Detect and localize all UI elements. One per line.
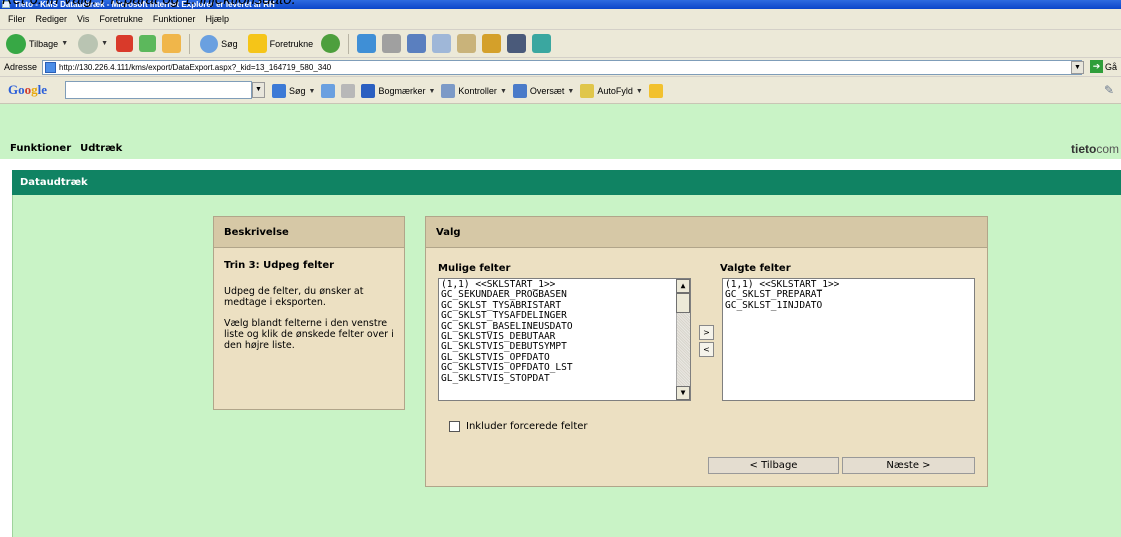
page-background-top [0,104,1121,138]
description-heading: Beskrivelse [214,217,404,248]
browser-toolbar: Tilbage ▼ ▼ Søg Foretrukne [0,30,1121,58]
menu-help[interactable]: Hjælp [205,14,229,24]
address-input[interactable]: http://130.226.4.111/kms/export/DataExpo… [42,60,1082,75]
description-panel: Beskrivelse Trin 3: Udpeg felter Udpeg d… [213,216,405,410]
back-button[interactable]: Tilbage ▼ [4,33,70,55]
popup-blocker-icon[interactable] [341,84,356,98]
toolbar-separator [189,33,191,54]
spellcheck-icon [441,84,456,98]
scroll-thumb[interactable] [676,293,690,313]
google-logo: Google [8,82,48,97]
copy-icon[interactable] [432,34,452,53]
history-icon[interactable] [321,34,341,53]
selection-panel: Valg Mulige felter Valgte felter (1,1) <… [425,216,988,487]
remove-field-button[interactable]: < [699,342,714,357]
highlighter-icon[interactable] [648,84,663,98]
autofill-button[interactable]: AutoFyld ▼ [580,84,643,98]
cut-icon[interactable] [407,34,427,53]
include-forced-checkbox[interactable] [449,421,460,432]
menu-view[interactable]: Vis [77,14,89,24]
check-spelling-button[interactable]: Kontroller ▼ [441,84,507,98]
bookmarks-button[interactable]: Bogmærker ▼ [361,84,435,98]
favorites-button[interactable]: Foretrukne [246,33,316,55]
include-forced-fields[interactable]: Inkluder forcerede felter [449,421,588,432]
address-dropdown-button[interactable]: ▼ [1071,61,1084,74]
app-menu-extract[interactable]: Udtræk [80,143,122,154]
forward-button[interactable]: ▼ [76,33,110,55]
document-caption: Ret 6: In Valg: Preparat og 1. injektion… [2,0,296,8]
page-icon [45,62,56,73]
google-search-dropdown[interactable]: ▼ [252,82,265,98]
available-fields-list[interactable]: (1,1) <<SKLSTART_1>> GC_SEKUNDAER_PROGBAS… [438,278,691,401]
go-button[interactable]: ➔ Gå [1090,60,1117,73]
chevron-down-icon: ▼ [308,87,316,95]
selection-heading: Valg [426,217,987,248]
toolbar-separator [348,33,350,54]
media-icon[interactable] [507,34,527,53]
selected-fields-label: Valgte felter [720,263,791,274]
back-step-button[interactable]: < Tilbage [708,457,839,474]
google-search-button[interactable]: Søg ▼ [272,84,315,98]
google-search-input[interactable] [65,81,252,99]
include-forced-label: Inkluder forcerede felter [466,421,588,432]
google-toolbar: Google ▼ Søg ▼ Bogmærker ▼ Kontroller ▼ … [0,77,1121,104]
menu-tools[interactable]: Funktioner [153,14,196,24]
translate-icon [512,84,527,98]
star-icon [247,34,267,53]
go-arrow-icon: ➔ [1090,60,1103,73]
available-scrollbar[interactable]: ▲ ▼ [676,279,690,400]
chevron-down-icon: ▼ [567,87,575,95]
autofill-icon [580,84,595,98]
stop-icon[interactable] [116,35,134,52]
translate-button[interactable]: Oversæt ▼ [512,84,575,98]
section-title: Dataudtræk [12,170,1121,195]
plus-icon[interactable] [321,84,336,98]
chevron-down-icon: ▼ [428,87,436,95]
google-search-icon [272,84,286,98]
research-icon[interactable] [532,34,552,53]
address-bar: Adresse http://130.226.4.111/kms/export/… [0,58,1121,77]
selected-field-option[interactable]: GC_SKLST_1INJDATO [725,300,972,311]
menu-edit[interactable]: Rediger [36,14,68,24]
app-menu-bar: Funktioner Udtræk [0,138,1121,159]
wrench-icon[interactable]: ✎ [1104,83,1114,97]
mail-icon[interactable] [357,34,377,53]
print-icon[interactable] [382,34,402,53]
scroll-up-button[interactable]: ▲ [676,279,690,293]
menu-favorites[interactable]: Foretrukne [99,14,143,24]
home-icon[interactable] [162,34,182,53]
selected-fields-list[interactable]: (1,1) <<SKLSTART_1>> GC_SKLST_PREPARAT GC_… [722,278,975,401]
available-field-option[interactable]: GL_SKLSTVIS_STOPDAT [441,373,674,384]
menu-bar: Filer Rediger Vis Foretrukne Funktioner … [0,9,1121,30]
google-tools: Søg ▼ Bogmærker ▼ Kontroller ▼ Oversæt ▼… [272,82,663,100]
paste-icon[interactable] [457,34,477,53]
description-text-2: Vælg blandt felterne i den venstre liste… [224,318,394,351]
forward-arrow-icon [78,33,99,54]
tieto-logo: tietocom [1071,142,1120,156]
star-icon [361,84,376,98]
menu-file[interactable]: Filer [8,14,26,24]
messenger-icon[interactable] [482,34,502,53]
next-step-button[interactable]: Næste > [842,457,975,474]
add-field-button[interactable]: > [699,325,714,340]
refresh-icon[interactable] [139,35,157,52]
search-button[interactable]: Søg [198,33,240,55]
description-text-1: Udpeg de felter, du ønsker at medtage i … [224,286,364,308]
available-fields-label: Mulige felter [438,263,511,274]
back-arrow-icon [6,33,26,54]
chevron-down-icon: ▼ [635,87,643,95]
chevron-down-icon: ▼ [101,40,109,47]
app-menu-functions[interactable]: Funktioner [10,143,71,154]
step-title: Trin 3: Udpeg felter [224,260,335,271]
scroll-down-button[interactable]: ▼ [676,386,690,400]
chevron-down-icon: ▼ [61,40,69,47]
search-icon [200,34,219,53]
chevron-down-icon: ▼ [499,87,507,95]
address-label: Adresse [4,62,38,72]
